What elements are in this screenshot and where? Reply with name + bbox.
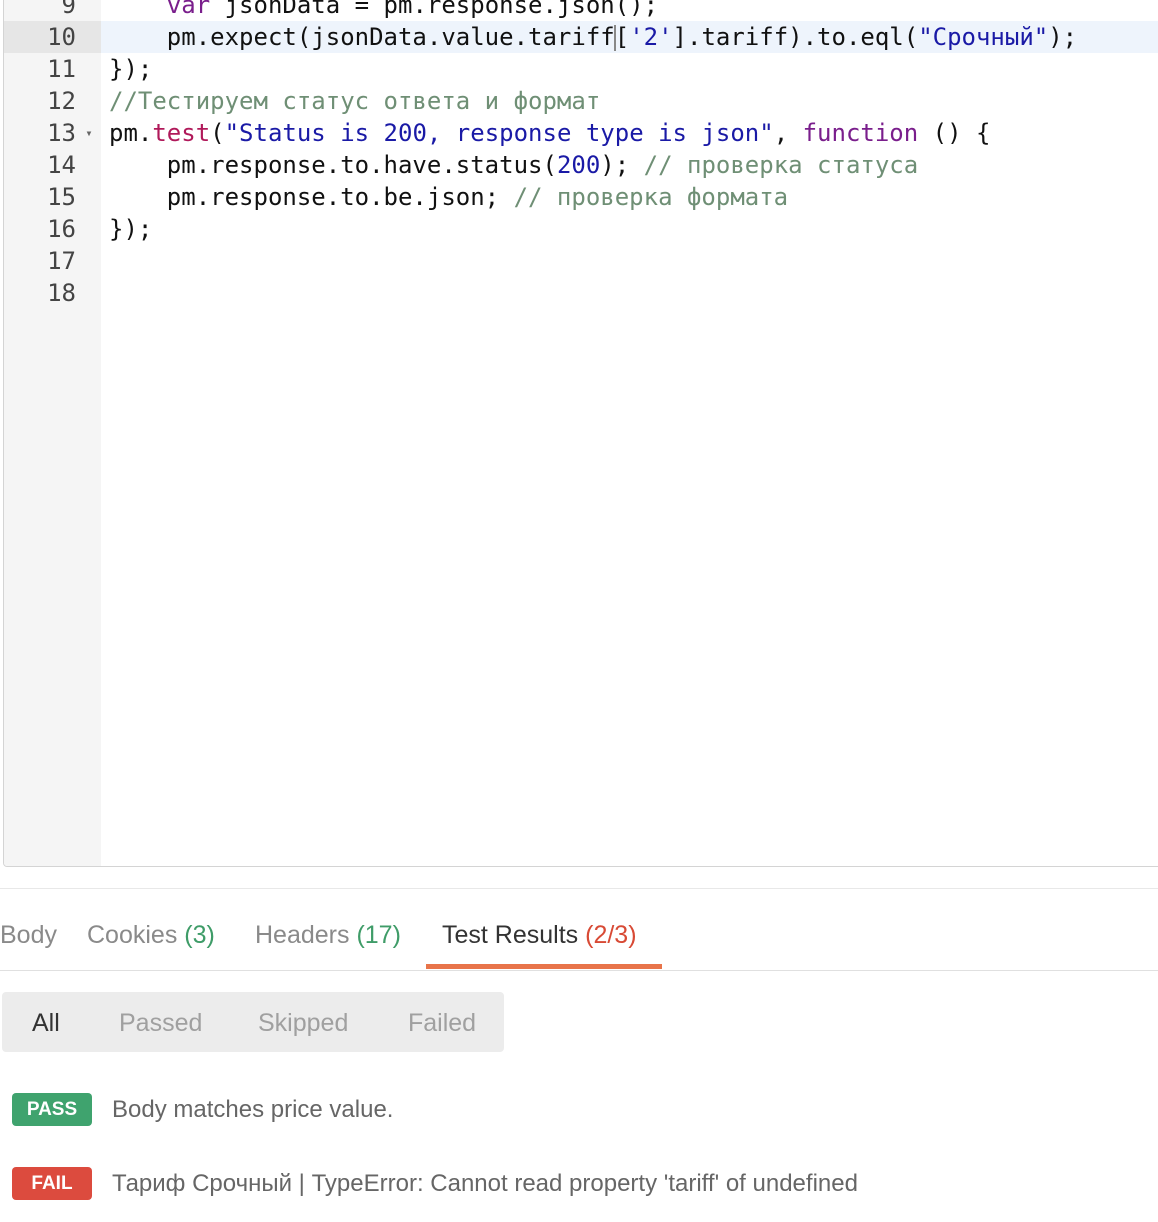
line-number: 16 — [47, 215, 76, 243]
code-text[interactable]: pm.response.to.be.json; // проверка форм… — [101, 181, 1158, 213]
code-line[interactable]: 13 ▾ pm.test("Status is 200, response type… — [4, 117, 1158, 149]
test-result-row: FAIL Тариф Срочный | TypeError: Cannot r… — [12, 1167, 1152, 1201]
code-text[interactable] — [101, 245, 1158, 277]
code-text[interactable]: var jsonData = pm.response.json(); — [101, 0, 1158, 21]
tab-cookies-count: (3) — [184, 921, 215, 949]
code-text[interactable]: pm.response.to.have.status(200); // пров… — [101, 149, 1158, 181]
code-token: pm. — [109, 119, 153, 147]
code-line[interactable]: 17 — [4, 245, 1158, 277]
code-token: jsonData = pm.response.json(); — [210, 0, 659, 19]
tab-body-label: Body — [0, 921, 57, 949]
tab-cookies-label: Cookies — [87, 921, 178, 949]
test-result-name: Тариф Срочный | TypeError: Cannot read p… — [112, 1170, 858, 1197]
filter-failed[interactable]: Failed — [408, 992, 476, 1052]
code-token: test — [152, 119, 211, 147]
test-script-editor[interactable]: 9 var jsonData = pm.response.json(); 10 p… — [3, 0, 1158, 867]
response-tabs: Body Cookies (3) Headers (17) Test Resul… — [0, 900, 1158, 971]
code-text[interactable]: //Тестируем статус ответа и формат — [101, 85, 1158, 117]
code-token: // проверка статуса — [643, 151, 919, 179]
code-token: , — [773, 119, 803, 147]
code-line[interactable]: 15 pm.response.to.be.json; // проверка ф… — [4, 181, 1158, 213]
code-token: pm.response.to.have.status( — [109, 151, 557, 179]
filter-passed[interactable]: Passed — [119, 992, 202, 1052]
code-line[interactable]: 12 //Тестируем статус ответа и формат — [4, 85, 1158, 117]
pass-badge: PASS — [12, 1093, 92, 1126]
code-token: // проверка формата — [513, 183, 789, 211]
line-number: 18 — [47, 279, 76, 307]
code-token: pm.expect(jsonData.value.tariff — [109, 23, 615, 51]
tab-headers-label: Headers — [255, 921, 350, 949]
tab-body[interactable]: Body — [0, 900, 57, 970]
code-token: function — [802, 119, 919, 147]
code-text[interactable]: }); — [101, 53, 1158, 85]
code-token: }); — [109, 55, 153, 83]
filter-skipped[interactable]: Skipped — [258, 992, 348, 1052]
code-token: //Тестируем статус ответа и формат — [109, 87, 601, 115]
fail-badge: FAIL — [12, 1167, 92, 1200]
code-token: ); — [1048, 23, 1078, 51]
tab-headers[interactable]: Headers (17) — [255, 900, 401, 970]
code-line[interactable]: 10 pm.expect(jsonData.value.tariff['2'].… — [4, 21, 1158, 53]
code-token: }); — [109, 215, 153, 243]
code-text[interactable]: }); — [101, 213, 1158, 245]
tab-cookies[interactable]: Cookies (3) — [87, 900, 215, 970]
code-line[interactable]: 11}); — [4, 53, 1158, 85]
code-text[interactable] — [101, 277, 1158, 309]
code-line[interactable]: 14 pm.response.to.have.status(200); // п… — [4, 149, 1158, 181]
code-text[interactable]: pm.expect(jsonData.value.tariff['2'].tar… — [101, 21, 1158, 53]
filter-all[interactable]: All — [32, 992, 60, 1052]
line-number: 17 — [47, 247, 76, 275]
code-token: '2' — [629, 23, 673, 51]
code-token: ); — [600, 151, 644, 179]
active-tab-indicator — [426, 964, 662, 969]
code-token: var — [166, 0, 211, 19]
code-token: "Status is 200, response type is json" — [224, 119, 774, 147]
code-token: () { — [918, 119, 991, 147]
code-line[interactable]: 16}); — [4, 213, 1158, 245]
test-result-row: PASS Body matches price value. — [12, 1093, 1152, 1127]
fold-chevron-icon[interactable]: ▾ — [82, 117, 96, 149]
code-line[interactable]: 9 var jsonData = pm.response.json(); — [4, 0, 1158, 21]
line-number: 15 — [47, 183, 76, 211]
test-result-name: Body matches price value. — [112, 1096, 394, 1123]
code-token: pm.response.to.be.json; — [109, 183, 514, 211]
line-number: 14 — [47, 151, 76, 179]
tab-test-results-label: Test Results — [442, 921, 579, 949]
code-token: ].tariff).to.eql( — [672, 23, 919, 51]
code-token: ( — [210, 119, 225, 147]
line-number: 10 — [4, 21, 101, 53]
tab-test-results[interactable]: Test Results (2/3) — [442, 900, 637, 970]
line-number: 12 — [47, 87, 76, 115]
line-number: 11 — [47, 55, 76, 83]
code-token: 200 — [556, 151, 601, 179]
code-line[interactable]: 18 — [4, 277, 1158, 309]
line-number: 9 — [61, 0, 76, 19]
response-divider — [0, 888, 1158, 889]
code-token: "Срочный" — [918, 23, 1049, 51]
tab-test-results-count: (2/3) — [585, 921, 637, 949]
test-results-filter: All Passed Skipped Failed — [2, 992, 504, 1052]
code-token: [ — [614, 23, 630, 51]
code-text[interactable]: pm.test("Status is 200, response type is… — [101, 117, 1158, 149]
code-lines[interactable]: 9 var jsonData = pm.response.json(); 10 p… — [4, 0, 1158, 309]
tab-headers-count: (17) — [356, 921, 401, 949]
